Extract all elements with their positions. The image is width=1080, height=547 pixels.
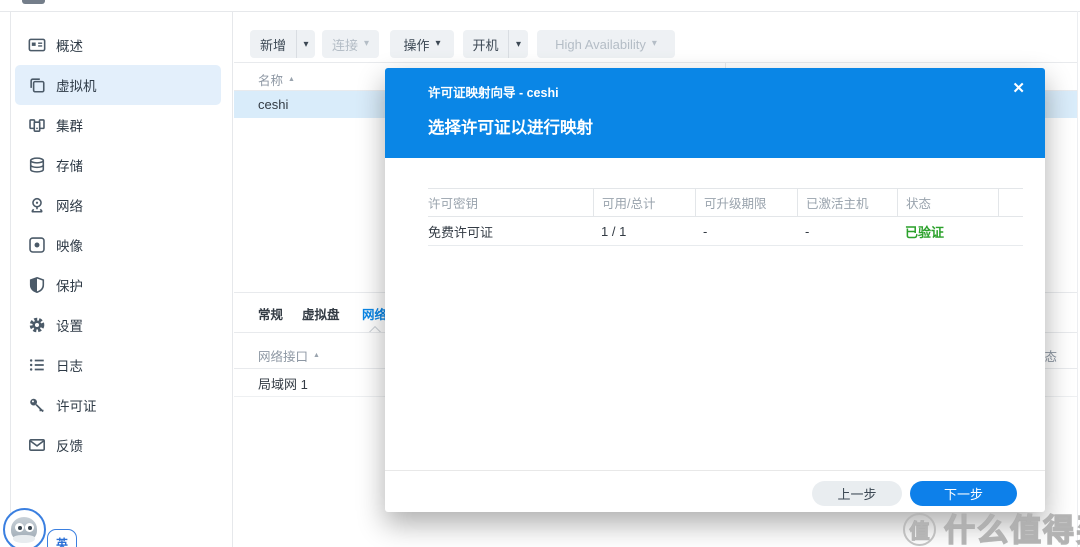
empty-cell xyxy=(998,217,1023,245)
tab-network[interactable]: 网络 xyxy=(362,304,387,324)
image-icon xyxy=(28,236,46,254)
activated-host-column-header[interactable]: 已激活主机 xyxy=(797,189,897,216)
sidebar-item-license[interactable]: 许可证 xyxy=(15,385,221,425)
vm-list-name-header[interactable]: 名称 ▲ xyxy=(258,68,295,90)
sidebar-item-label: 概述 xyxy=(56,39,83,54)
license-key-column-header[interactable]: 许可密钥 xyxy=(428,189,593,216)
add-split-button: 新增 ▾ xyxy=(250,30,315,58)
caret-down-icon: ▾ xyxy=(363,38,370,49)
tab-virtual-disk[interactable]: 虚拟盘 xyxy=(302,304,340,324)
avatar[interactable] xyxy=(3,508,46,547)
avatar-mouth xyxy=(13,535,35,543)
sidebar-item-network[interactable]: 网络 xyxy=(15,185,221,225)
window-tab-fragment xyxy=(22,0,45,4)
power-on-split-button: 开机 ▾ xyxy=(463,30,528,58)
sidebar-item-label: 虚拟机 xyxy=(56,79,97,94)
toolbar-divider xyxy=(234,62,1077,63)
license-key-cell: 免费许可证 xyxy=(428,224,494,240)
sort-ascending-icon: ▲ xyxy=(313,351,320,359)
sidebar-item-label: 映像 xyxy=(56,239,83,254)
active-tab-notch xyxy=(366,325,384,332)
sidebar: 概述 虚拟机 集群 存储 网络 映像 保护 设置 日志 许可证 反馈 xyxy=(11,12,233,547)
connect-button: 连接 ▾ xyxy=(322,30,379,58)
caret-down-icon: ▾ xyxy=(435,38,441,49)
sidebar-item-overview[interactable]: 概述 xyxy=(15,25,221,65)
network-interface-row[interactable]: 局域网 1 xyxy=(258,372,308,394)
available-total-column-header[interactable]: 可用/总计 xyxy=(593,189,695,216)
sidebar-item-label: 设置 xyxy=(56,319,83,334)
license-mapping-wizard-dialog: 许可证映射向导 - ceshi ✕ 选择许可证以进行映射 许可密钥 可用/总计 … xyxy=(385,68,1045,512)
sidebar-item-log[interactable]: 日志 xyxy=(15,345,221,385)
action-button-label: 操作 xyxy=(403,37,430,53)
sidebar-item-protection[interactable]: 保护 xyxy=(15,265,221,305)
sidebar-item-label: 许可证 xyxy=(56,399,97,414)
avatar-eye xyxy=(25,523,34,532)
upgrade-period-cell: - xyxy=(703,223,708,239)
network-interface-name: 局域网 1 xyxy=(258,376,308,392)
add-button[interactable]: 新增 xyxy=(250,30,296,58)
high-availability-button: High Availability ▾ xyxy=(537,30,675,58)
action-button[interactable]: 操作 ▾ xyxy=(390,30,454,58)
storage-icon xyxy=(28,156,46,174)
sidebar-item-feedback[interactable]: 反馈 xyxy=(15,425,221,465)
vm-list-name-header-label: 名称 xyxy=(258,73,284,88)
sidebar-item-storage[interactable]: 存储 xyxy=(15,145,221,185)
sidebar-item-label: 集群 xyxy=(56,119,83,134)
sidebar-item-label: 保护 xyxy=(56,279,83,294)
user-language-badge[interactable]: 英 xyxy=(47,529,77,547)
sidebar-item-label: 反馈 xyxy=(56,439,83,454)
available-total-cell: 1 / 1 xyxy=(601,223,627,239)
license-table: 许可密钥 可用/总计 可升级期限 已激活主机 状态 免费许可证 1 / 1 - … xyxy=(428,188,1023,246)
vm-row-name: ceshi xyxy=(258,97,289,112)
virtual-machine-icon xyxy=(28,76,46,94)
empty-column-header xyxy=(998,189,1023,216)
sort-ascending-icon: ▲ xyxy=(288,75,295,83)
high-availability-button-label: High Availability xyxy=(555,36,646,52)
sidebar-item-label: 日志 xyxy=(56,359,83,374)
feedback-icon xyxy=(28,436,46,454)
overview-icon xyxy=(28,36,46,54)
status-verified-badge: 已验证 xyxy=(905,224,945,240)
tab-general[interactable]: 常规 xyxy=(258,304,283,324)
dialog-step-heading: 选择许可证以进行映射 xyxy=(428,119,593,137)
log-icon xyxy=(28,356,46,374)
license-table-header-row: 许可密钥 可用/总计 可升级期限 已激活主机 状态 xyxy=(428,188,1023,217)
close-icon[interactable]: ✕ xyxy=(1012,79,1025,97)
dialog-footer: 上一步 下一步 xyxy=(385,470,1045,512)
sidebar-item-label: 存储 xyxy=(56,159,83,174)
dialog-header: 许可证映射向导 - ceshi ✕ 选择许可证以进行映射 xyxy=(385,68,1045,158)
window-right-divider xyxy=(1077,11,1078,547)
caret-down-icon: ▾ xyxy=(303,38,309,50)
sidebar-item-image[interactable]: 映像 xyxy=(15,225,221,265)
activated-host-cell: - xyxy=(805,223,810,239)
sidebar-item-cluster[interactable]: 集群 xyxy=(15,105,221,145)
license-key-icon xyxy=(28,396,46,414)
previous-step-button[interactable]: 上一步 xyxy=(812,481,902,506)
settings-icon xyxy=(28,316,46,334)
watermark-badge-icon: 值 xyxy=(903,512,936,546)
network-icon xyxy=(28,196,46,214)
upgrade-period-column-header[interactable]: 可升级期限 xyxy=(695,189,797,216)
cluster-icon xyxy=(28,116,46,134)
network-interface-header-label: 网络接口 xyxy=(258,349,309,364)
sidebar-item-label: 网络 xyxy=(56,199,83,214)
network-interface-header[interactable]: 网络接口 ▲ xyxy=(258,344,320,366)
dialog-title: 许可证映射向导 - ceshi xyxy=(428,86,559,100)
status-column-header[interactable]: 状态 xyxy=(897,189,998,216)
power-on-dropdown-arrow[interactable]: ▾ xyxy=(508,30,528,58)
power-on-button[interactable]: 开机 xyxy=(463,30,508,58)
vmm-app-window: 概述 虚拟机 集群 存储 网络 映像 保护 设置 日志 许可证 反馈 英 新增 … xyxy=(0,0,1080,547)
caret-down-icon: ▾ xyxy=(515,38,522,50)
add-dropdown-arrow[interactable]: ▾ xyxy=(296,30,315,58)
avatar-eye xyxy=(15,523,24,532)
protection-icon xyxy=(28,276,46,294)
sidebar-item-virtual-machine[interactable]: 虚拟机 xyxy=(15,65,221,105)
connect-button-label: 连接 xyxy=(331,37,358,53)
license-table-row[interactable]: 免费许可证 1 / 1 - - 已验证 xyxy=(428,217,1023,246)
next-step-button[interactable]: 下一步 xyxy=(910,481,1017,506)
sidebar-item-settings[interactable]: 设置 xyxy=(15,305,221,345)
caret-down-icon: ▾ xyxy=(651,38,657,49)
